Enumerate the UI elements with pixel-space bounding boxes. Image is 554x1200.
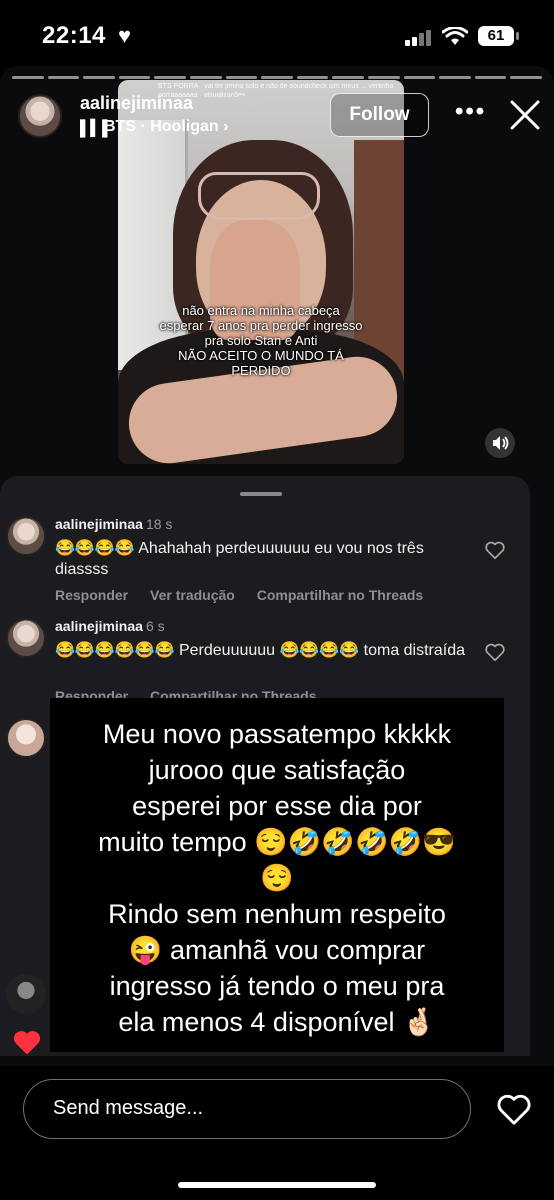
comment-time: 18 s (145, 516, 173, 532)
battery-indicator: 61 (478, 26, 514, 46)
overlay-text-line: ingresso já tendo o meu pra (109, 971, 445, 1001)
overlay-text-line: esperei por esse dia por (132, 791, 422, 821)
status-bar: 22:14 ♥ 61 (0, 0, 554, 70)
more-options-icon[interactable]: ••• (455, 98, 486, 126)
speaker-icon (493, 436, 509, 450)
comment-avatar[interactable] (6, 718, 46, 758)
video-caption-line: não entra na minha cabeça (182, 303, 340, 318)
story-progress-bars (12, 76, 542, 79)
follow-button[interactable]: Follow (330, 93, 429, 137)
send-message-placeholder: Send message... (53, 1097, 204, 1119)
heart-status-icon: ♥ (118, 23, 132, 48)
shared-video[interactable]: BTS PORRA · vai ter jimina solo e não de… (118, 80, 404, 464)
comment-like-heart-icon[interactable] (484, 539, 506, 561)
comment-avatar[interactable] (6, 516, 46, 556)
red-heart-icon[interactable] (12, 1028, 42, 1056)
cellular-signal-icon (405, 30, 431, 46)
home-indicator (178, 1182, 376, 1188)
comment-avatar[interactable] (6, 618, 46, 658)
overlay-text-line: ela menos 4 disponível 🤞🏻 (118, 1007, 436, 1037)
comment-time: 6 s (145, 618, 165, 634)
story-text-overlay: Meu novo passatempo kkkkk jurooo que sat… (50, 698, 504, 1052)
like-story-heart-icon[interactable] (496, 1092, 532, 1126)
video-caption-line: pra solo Stan e Anti (204, 333, 318, 348)
see-translation-button[interactable]: Ver tradução (150, 587, 235, 603)
comment-username[interactable]: aalinejiminaa 18 s (55, 516, 172, 532)
overlay-text-line: jurooo que satisfação (148, 755, 406, 785)
story-music-link[interactable]: BTS · Hooligan › (104, 118, 228, 136)
overlay-text-line: Meu novo passatempo kkkkk (102, 719, 452, 749)
volume-button[interactable] (485, 428, 515, 458)
story-time-ago: 17m (228, 93, 264, 113)
overlay-text-line: muito tempo 😌🤣🤣🤣🤣😎 (98, 827, 456, 857)
video-caption-line: NÃO ACEITO O MUNDO TÁ (178, 348, 344, 363)
video-caption-line: esperar 7 anos pra perder ingresso (159, 318, 363, 333)
overlay-text-line: 😜 amanhã vou comprar (128, 935, 426, 965)
comment-actions: Responder Ver tradução Compartilhar no T… (55, 587, 441, 603)
wifi-icon (442, 27, 468, 45)
story-username[interactable]: aalinejiminaa (80, 93, 193, 114)
comment-avatar[interactable] (6, 974, 46, 1014)
video-caption-line: PERDIDO (231, 363, 291, 378)
sheet-drag-handle[interactable] (240, 492, 282, 496)
reply-button[interactable]: Responder (55, 587, 128, 603)
battery-nub (516, 32, 519, 40)
status-time: 22:14 (42, 22, 106, 49)
comment-username[interactable]: aalinejiminaa 6 s (55, 618, 165, 634)
comment-text: 😂😂😂😂 Ahahahah perdeuuuuuu eu vou nos trê… (55, 540, 424, 578)
comment-text: 😂😂😂😂😂😂 Perdeuuuuuu 😂😂😂😂 toma distraída (55, 642, 466, 659)
comment-like-heart-icon[interactable] (484, 641, 506, 663)
overlay-text-line: Rindo sem nenhum respeito (108, 899, 446, 929)
share-threads-button[interactable]: Compartilhar no Threads (257, 587, 423, 603)
video-caption: não entra na minha cabeça esperar 7 anos… (118, 303, 404, 378)
video-person-glasses (198, 172, 320, 220)
overlay-text-line: 😌 (260, 863, 294, 893)
close-icon[interactable] (508, 98, 542, 132)
story-author-avatar[interactable] (18, 94, 62, 138)
